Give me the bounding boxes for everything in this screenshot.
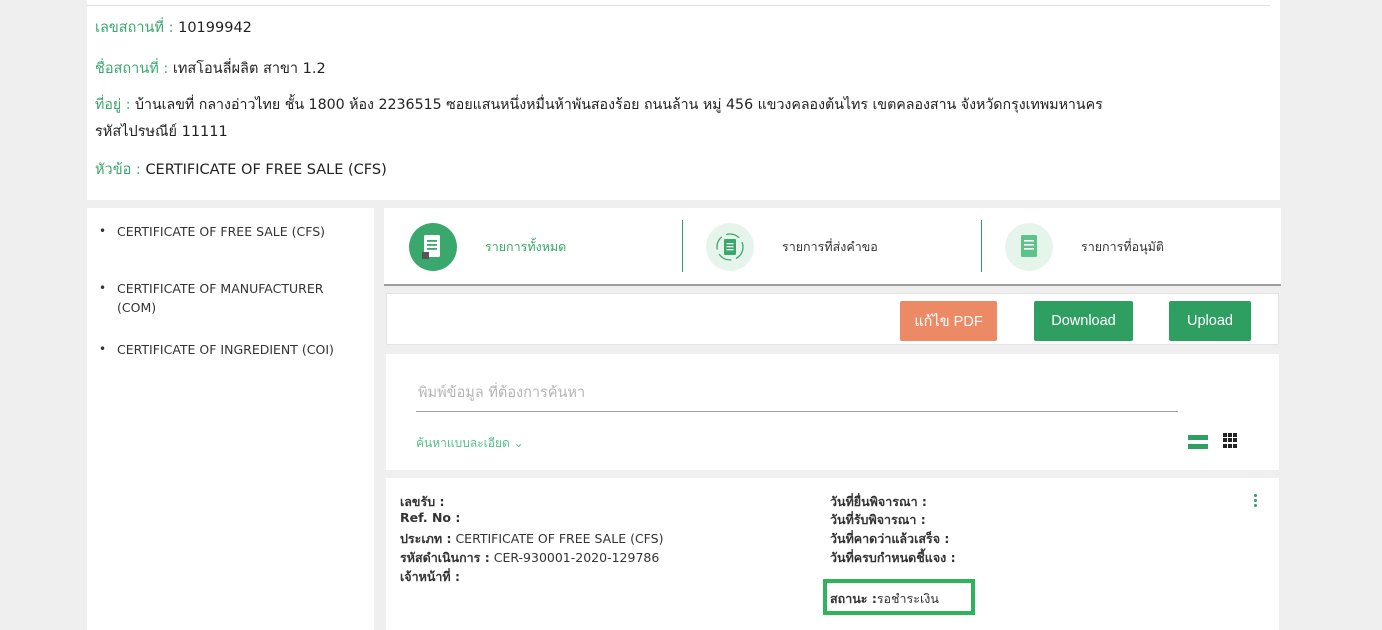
record-field-officer: เจ้าหน้าที่ : — [400, 567, 460, 587]
document-icon — [409, 223, 457, 271]
record-field-due-date: วันที่ครบกำหนดชี้แจง : — [830, 548, 956, 568]
place-number-label: เลขสถานที่ : — [95, 20, 174, 36]
edit-pdf-button[interactable]: แก้ไข PDF — [900, 301, 997, 341]
document-approved-icon — [1005, 223, 1053, 271]
record-card[interactable]: เลขรับ : Ref. No : ประเภท : CERTIFICATE … — [386, 478, 1279, 630]
sidebar-item-label: CERTIFICATE OF FREE SALE (CFS) — [117, 224, 326, 239]
main-content: รายการทั้งหมด รายการที่ส่งคำขอ รายการที่… — [384, 208, 1281, 630]
record-field-receive-no: เลขรับ : — [400, 492, 444, 512]
certificate-type-sidebar: • CERTIFICATE OF FREE SALE (CFS) • CERTI… — [87, 208, 374, 630]
address-value: บ้านเลขที่ กลางอ่าวไทย ชั้น 1800 ห้อง 22… — [135, 97, 1103, 113]
upload-button[interactable]: Upload — [1169, 301, 1251, 341]
tab-label: รายการที่อนุมัติ — [1081, 239, 1165, 254]
tab-divider — [981, 220, 982, 272]
action-toolbar: แก้ไข PDF Download Upload — [386, 293, 1279, 345]
place-number-row: เลขสถานที่ : 10199942 — [95, 16, 252, 39]
document-refresh-icon — [706, 223, 754, 271]
status-tabs: รายการทั้งหมด รายการที่ส่งคำขอ รายการที่… — [384, 208, 1281, 286]
field-key: วันที่ยื่นพิจารณา : — [830, 494, 927, 509]
bullet-icon: • — [99, 342, 107, 356]
address-label: ที่อยู่ : — [95, 97, 131, 113]
field-key: วันที่รับพิจารณา : — [830, 512, 926, 527]
more-options-icon[interactable] — [1254, 494, 1258, 509]
field-key: วันที่คาดว่าแล้วเสร็จ : — [830, 531, 950, 546]
record-field-submit-date: วันที่ยื่นพิจารณา : — [830, 492, 927, 512]
place-name-label: ชื่อสถานที่ : — [95, 61, 169, 77]
search-input[interactable] — [416, 374, 1178, 412]
sidebar-item-com[interactable]: • CERTIFICATE OF MANUFACTURER (COM) — [99, 279, 359, 317]
sidebar-item-label: CERTIFICATE OF INGREDIENT (COI) — [117, 342, 334, 357]
field-value: CER-930001-2020-129786 — [493, 550, 660, 565]
place-name-row: ชื่อสถานที่ : เทสโอนลี่ผลิต สาขา 1.2 — [95, 57, 326, 80]
record-field-expected-date: วันที่คาดว่าแล้วเสร็จ : — [830, 529, 949, 549]
bullet-icon: • — [99, 224, 107, 238]
tab-approved[interactable]: รายการที่อนุมัติ — [1005, 208, 1164, 286]
field-key: Ref. No : — [400, 510, 461, 525]
tab-all[interactable]: รายการทั้งหมด — [409, 208, 566, 286]
topic-label: หัวข้อ : — [95, 162, 141, 178]
sidebar-item-coi[interactable]: • CERTIFICATE OF INGREDIENT (COI) — [99, 340, 359, 359]
record-field-process-code: รหัสดำเนินการ : CER-930001-2020-129786 — [400, 548, 659, 568]
field-value: CERTIFICATE OF FREE SALE (CFS) — [455, 531, 664, 546]
bullet-icon: • — [99, 281, 107, 295]
record-field-ref-no: Ref. No : — [400, 510, 460, 525]
sidebar-item-label: CERTIFICATE OF MANUFACTURER (COM) — [117, 281, 324, 315]
establishment-info-card: เลขสถานที่ : 10199942 ชื่อสถานที่ : เทสโ… — [87, 0, 1280, 200]
download-button[interactable]: Download — [1034, 301, 1133, 341]
postal-code: รหัสไปรษณีย์ 11111 — [95, 124, 228, 140]
topic-value: CERTIFICATE OF FREE SALE (CFS) — [145, 162, 387, 178]
tab-label: รายการทั้งหมด — [485, 239, 567, 254]
address-row: ที่อยู่ : บ้านเลขที่ กลางอ่าวไทย ชั้น 18… — [95, 94, 1103, 116]
record-field-type: ประเภท : CERTIFICATE OF FREE SALE (CFS) — [400, 529, 663, 549]
divider — [87, 5, 1270, 6]
field-key: วันที่ครบกำหนดชี้แจง : — [830, 550, 956, 565]
tab-divider — [682, 220, 683, 272]
status-highlight-box — [823, 579, 975, 615]
record-field-accept-date: วันที่รับพิจารณา : — [830, 510, 926, 530]
topic-row: หัวข้อ : CERTIFICATE OF FREE SALE (CFS) — [95, 158, 387, 181]
tab-label: รายการที่ส่งคำขอ — [782, 239, 878, 254]
field-key: รหัสดำเนินการ : — [400, 550, 490, 565]
place-name-value: เทสโอนลี่ผลิต สาขา 1.2 — [172, 61, 326, 77]
field-key: เลขรับ : — [400, 494, 445, 509]
sidebar-item-cfs[interactable]: • CERTIFICATE OF FREE SALE (CFS) — [99, 222, 359, 241]
grid-view-icon[interactable] — [1223, 433, 1238, 448]
search-panel: ค้นหาแบบละเอียด ⌄ — [386, 354, 1279, 470]
advanced-search-link[interactable]: ค้นหาแบบละเอียด ⌄ — [416, 434, 524, 453]
field-key: ประเภท : — [400, 531, 452, 546]
list-view-icon[interactable] — [1188, 435, 1208, 449]
tab-submitted[interactable]: รายการที่ส่งคำขอ — [706, 208, 878, 286]
place-number-value: 10199942 — [178, 20, 252, 36]
field-key: เจ้าหน้าที่ : — [400, 569, 461, 584]
